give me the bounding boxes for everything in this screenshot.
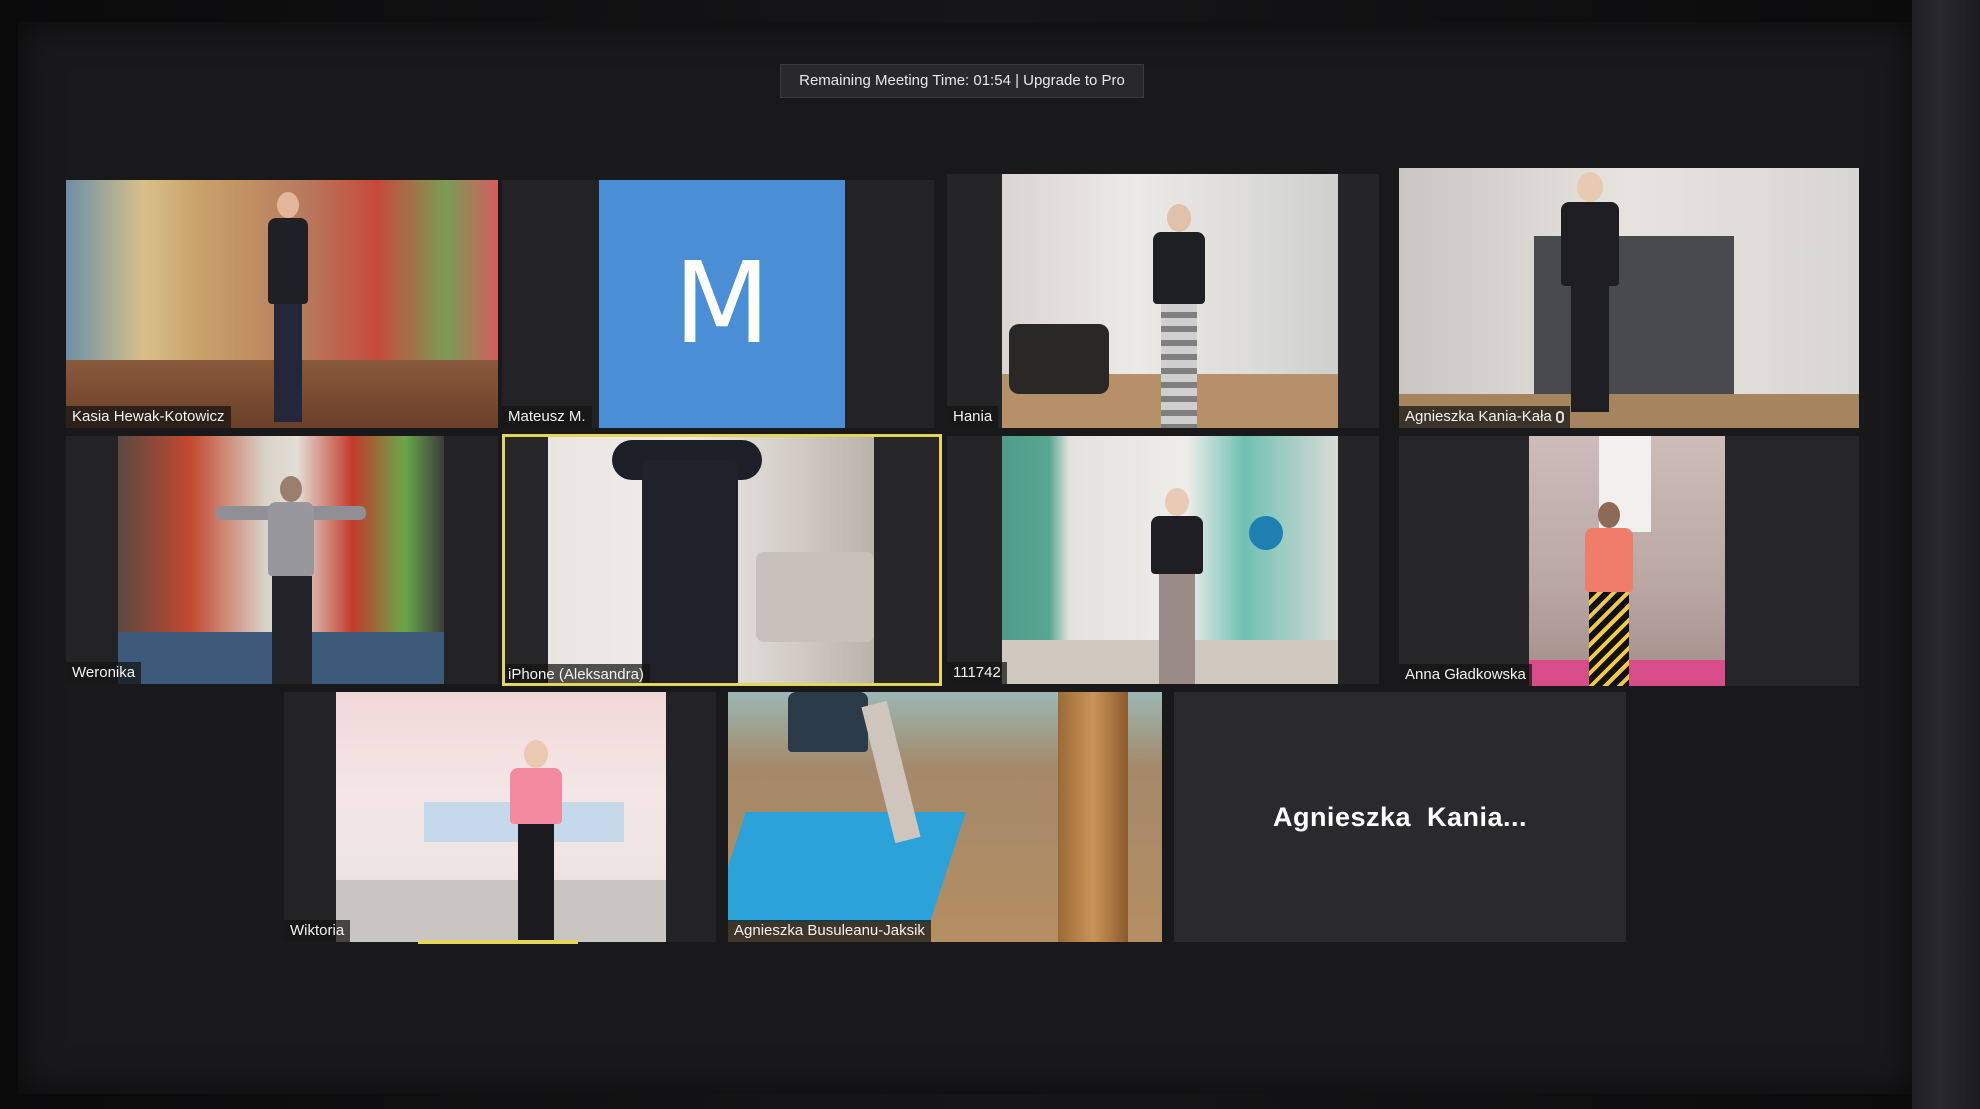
room-floor (336, 880, 666, 942)
zoom-window: Remaining Meeting Time: 01:54 | Upgrade … (18, 22, 1912, 1094)
speaker-indicator (418, 940, 578, 944)
participant-name: Agnieszka Kania... (1272, 801, 1528, 832)
participant-figure (216, 476, 366, 684)
video-tile-111742[interactable]: 111742 (947, 436, 1379, 684)
participant-name-label: iPhone (Aleksandra) (502, 664, 650, 686)
participant-name: Agnieszka Kania-Kała (1405, 408, 1552, 425)
globe (1249, 516, 1283, 550)
monitor-bezel (1912, 0, 1980, 1109)
sofa (756, 552, 874, 642)
participant-name-label: Mateusz M. (502, 406, 592, 428)
participant-figure (1579, 502, 1639, 686)
participant-figure (788, 692, 938, 844)
video-tile-weronika[interactable]: Weronika (66, 436, 498, 684)
video-tile-kasia[interactable]: Kasia Hewak-Kotowicz (66, 180, 498, 428)
participant-figure (1557, 172, 1623, 412)
room-clutter (1009, 324, 1109, 394)
participant-name-label: Anna Gładkowska (1399, 664, 1532, 686)
mic-icon (1555, 411, 1564, 424)
monitor: Remaining Meeting Time: 01:54 | Upgrade … (0, 0, 1980, 1109)
wooden-post (1058, 692, 1128, 942)
participant-name-label: Weronika (66, 662, 142, 684)
video-tile-agnieszka-busuleanu-jaksik[interactable]: Agnieszka Busuleanu-Jaksik (728, 692, 1162, 942)
video-tile-hania[interactable]: Hania (947, 174, 1379, 428)
participant-figure (612, 440, 762, 686)
participant-name-label: Agnieszka Busuleanu-Jaksik (728, 920, 931, 942)
participant-name-label: Kasia Hewak-Kotowicz (66, 406, 231, 428)
video-tile-wiktoria[interactable]: Wiktoria (284, 692, 716, 942)
avatar-letter: M (673, 239, 771, 369)
participant-name-label: Agnieszka Kania-Kała (1399, 406, 1570, 428)
participant-name-label: Wiktoria (284, 920, 351, 942)
meeting-time-banner[interactable]: Remaining Meeting Time: 01:54 | Upgrade … (780, 64, 1144, 98)
participant-figure (262, 192, 312, 428)
video-tile-agnieszka-kania-no-video[interactable]: Agnieszka Kania... (1174, 692, 1626, 942)
video-tile-mateusz[interactable]: M Mateusz M. (502, 180, 934, 428)
participant-name-label: Hania (947, 406, 999, 428)
avatar: M (599, 180, 845, 428)
video-tile-iphone-aleksandra[interactable]: iPhone (Aleksandra) (502, 434, 942, 686)
participant-figure (1147, 488, 1207, 684)
participant-figure (506, 740, 566, 942)
video-tile-anna-gladkowska[interactable]: Anna Gładkowska (1399, 436, 1859, 686)
participant-name-label: 111742 (947, 662, 1007, 684)
participant-figure (1147, 204, 1211, 428)
video-tile-agnieszka-kania-kala[interactable]: Agnieszka Kania-Kała (1399, 168, 1859, 428)
